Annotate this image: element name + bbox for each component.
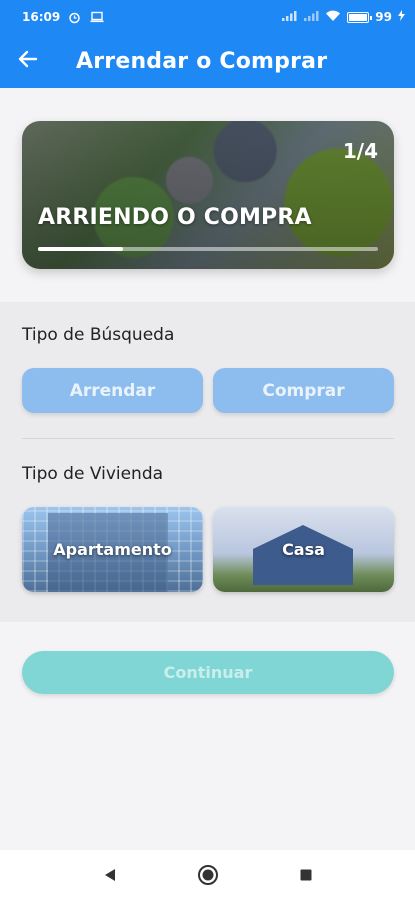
battery-icon <box>347 11 373 23</box>
battery-text: 99 <box>375 10 392 24</box>
back-button[interactable] <box>0 34 56 88</box>
hero-title: ARRIENDO O COMPRA <box>38 205 312 230</box>
apartment-label: Apartamento <box>53 540 172 559</box>
status-left: 16:09 <box>22 10 104 24</box>
continue-button[interactable]: Continuar <box>22 651 394 694</box>
options-panel: Tipo de Búsqueda Arrendar Comprar Tipo d… <box>0 302 415 622</box>
house-label: Casa <box>282 540 325 559</box>
divider <box>22 438 394 439</box>
signal-icon <box>303 10 319 25</box>
housing-type-label: Tipo de Vivienda <box>22 464 164 484</box>
screen: 16:09 99 Arrendar o Comprar 1/4 ARRIENDO… <box>0 0 415 900</box>
buy-button[interactable]: Comprar <box>213 368 394 413</box>
status-bar: 16:09 99 <box>0 0 415 34</box>
signal-icon <box>281 10 297 25</box>
search-type-label: Tipo de Búsqueda <box>22 325 175 345</box>
page-title: Arrendar o Comprar <box>76 48 328 74</box>
rent-button[interactable]: Arrendar <box>22 368 203 413</box>
housing-type-options: Apartamento Casa <box>22 507 394 592</box>
status-right: 99 <box>281 10 405 25</box>
recents-square-icon[interactable] <box>292 861 320 889</box>
apartment-card[interactable]: Apartamento <box>22 507 203 592</box>
charging-icon <box>398 10 405 24</box>
system-nav-bar <box>0 850 415 900</box>
hero-card: 1/4 ARRIENDO O COMPRA <box>22 121 394 269</box>
alarm-icon <box>68 11 82 24</box>
app-bar: Arrendar o Comprar <box>0 34 415 88</box>
step-counter: 1/4 <box>342 139 378 163</box>
home-circle-icon[interactable] <box>194 861 222 889</box>
house-card[interactable]: Casa <box>213 507 394 592</box>
step-progress-fill <box>38 247 123 251</box>
step-progress-track <box>38 247 378 251</box>
status-time: 16:09 <box>22 10 61 24</box>
search-type-options: Arrendar Comprar <box>22 368 394 413</box>
back-triangle-icon[interactable] <box>96 861 124 889</box>
wifi-icon <box>325 10 341 25</box>
arrow-left-icon <box>18 50 38 72</box>
laptop-icon <box>90 11 104 23</box>
